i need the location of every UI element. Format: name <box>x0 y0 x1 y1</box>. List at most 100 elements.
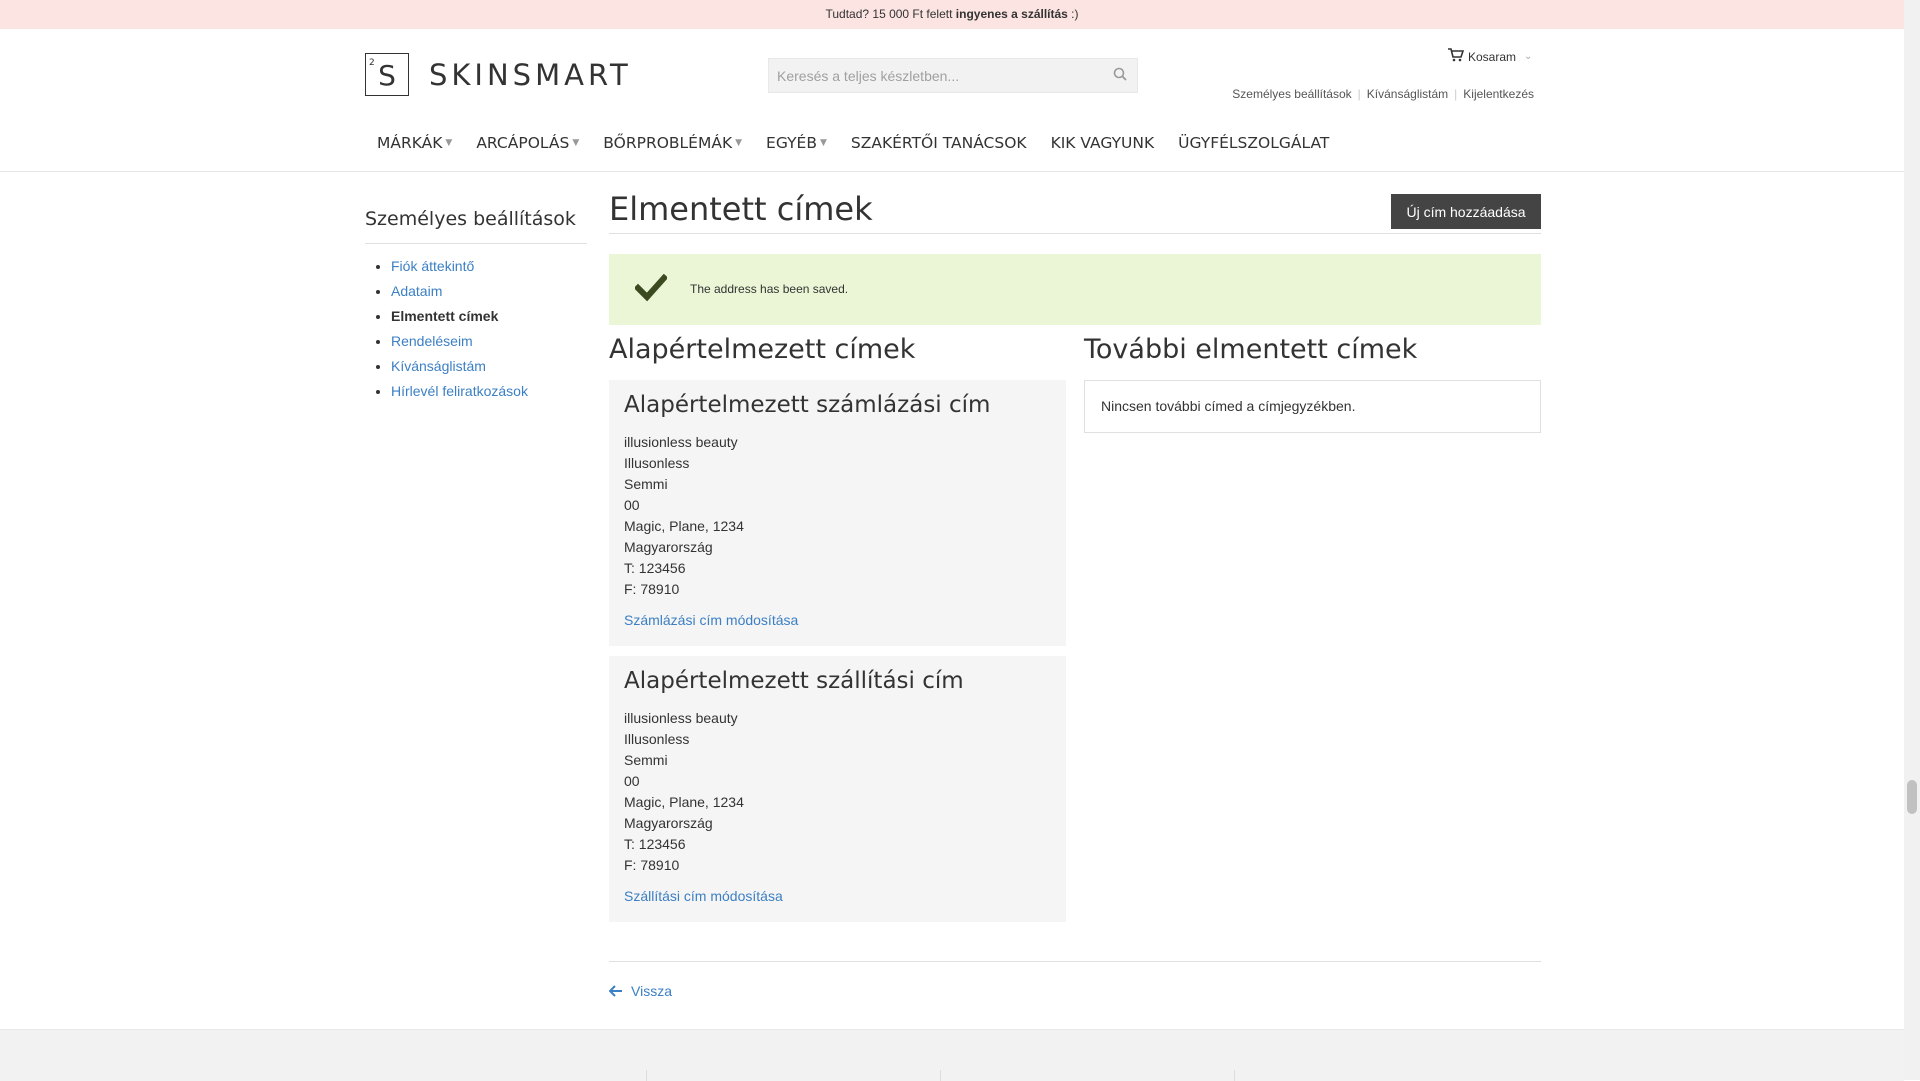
nav-item-skin-problems[interactable]: BŐRPROBLÉMÁK ▼ <box>591 128 754 158</box>
nav-item-other[interactable]: EGYÉB ▼ <box>754 128 839 158</box>
bottom-divider <box>609 961 1541 962</box>
nav-label: ÜGYFÉLSZOLGÁLAT <box>1178 134 1330 152</box>
address-line: illusionless beauty <box>624 710 738 726</box>
address-line: F: 78910 <box>624 581 680 597</box>
logo-letter: S <box>378 59 396 92</box>
logo-mark: 2 S <box>365 53 409 96</box>
address-line: Magyarország <box>624 539 713 555</box>
address-line: 00 <box>624 497 640 513</box>
sidebar-menu: Fiók áttekintő Adataim Elmentett címek R… <box>365 254 528 404</box>
address-line: F: 78910 <box>624 857 680 873</box>
search-input[interactable] <box>769 59 1105 92</box>
nav-item-facecare[interactable]: ARCÁPOLÁS ▼ <box>464 128 591 158</box>
site-logo[interactable]: 2 S SKINSMART <box>365 53 632 96</box>
back-label: Vissza <box>631 983 672 999</box>
footer-divider <box>646 1070 647 1081</box>
address-line: Semmi <box>624 476 668 492</box>
success-message: The address has been saved. <box>609 254 1541 325</box>
sidebar-link[interactable]: Rendeléseim <box>391 333 473 349</box>
billing-heading: Alapértelmezett számlázási cím <box>624 392 991 418</box>
search-icon[interactable] <box>1113 67 1127 81</box>
edit-billing-link[interactable]: Számlázási cím módosítása <box>624 612 798 628</box>
empty-message: Nincsen további címed a címjegyzékben. <box>1101 398 1356 414</box>
sidebar-item-saved-addresses: Elmentett címek <box>391 304 528 329</box>
add-address-button[interactable]: Új cím hozzáadása <box>1391 194 1541 229</box>
cart-icon <box>1448 48 1465 65</box>
sidebar-item-overview: Fiók áttekintő <box>391 254 528 279</box>
cart-label: Kosaram <box>1468 49 1517 64</box>
sidebar-item-newsletter: Hírlevél feliratkozások <box>391 379 528 404</box>
nav-label: BŐRPROBLÉMÁK <box>603 134 733 152</box>
shipping-address-lines: illusionless beauty Illusonless Semmi 00… <box>624 708 744 876</box>
sidebar-link[interactable]: Adataim <box>391 283 442 299</box>
default-addresses-heading: Alapértelmezett címek <box>609 334 916 365</box>
back-link[interactable]: Vissza <box>609 983 672 999</box>
main-nav: MÁRKÁK ▼ ARCÁPOLÁS ▼ BŐRPROBLÉMÁK ▼ EGYÉB ▼ … <box>365 128 1341 158</box>
nav-label: KIK VAGYUNK <box>1050 134 1155 152</box>
search-box <box>768 58 1138 93</box>
account-links: Személyes beállítások | Kívánságlistám |… <box>1232 87 1534 101</box>
nav-label: EGYÉB <box>766 134 817 152</box>
sidebar-item-wishlist: Kívánságlistám <box>391 354 528 379</box>
separator: | <box>1357 87 1361 101</box>
chevron-down-icon: ▼ <box>572 138 580 148</box>
nav-item-customer-service[interactable]: ÜGYFÉLSZOLGÁLAT <box>1166 128 1341 158</box>
footer <box>0 1029 1904 1081</box>
sidebar-item-my-data: Adataim <box>391 279 528 304</box>
page-title: Elmentett címek <box>609 190 873 228</box>
nav-item-about-us[interactable]: KIK VAGYUNK <box>1039 128 1167 158</box>
billing-address-lines: illusionless beauty Illusonless Semmi 00… <box>624 432 744 600</box>
scrollbar-thumb[interactable] <box>1907 780 1917 814</box>
shipping-address-card: Alapértelmezett szállítási cím illusionl… <box>609 656 1066 922</box>
nav-item-expert-advice[interactable]: SZAKÉRTŐI TANÁCSOK <box>839 128 1039 158</box>
nav-item-brands[interactable]: MÁRKÁK ▼ <box>365 128 464 158</box>
logo-superscript: 2 <box>369 58 375 68</box>
link-logout[interactable]: Kijelentkezés <box>1463 87 1534 101</box>
billing-address-card: Alapértelmezett számlázási cím illusionl… <box>609 380 1066 646</box>
promo-suffix: :) <box>1067 7 1079 21</box>
address-line: Illusonless <box>624 731 690 747</box>
empty-addresses-box: Nincsen további címed a címjegyzékben. <box>1084 380 1541 433</box>
logo-wordmark: SKINSMART <box>429 57 632 92</box>
address-line: T: 123456 <box>624 836 686 852</box>
nav-label: SZAKÉRTŐI TANÁCSOK <box>850 134 1027 152</box>
promo-prefix: Tudtad? 15 000 Ft felett <box>825 7 956 21</box>
sidebar-title: Személyes beállítások <box>365 208 576 230</box>
nav-label: ARCÁPOLÁS <box>476 134 570 152</box>
separator: | <box>1454 87 1458 101</box>
link-wishlist[interactable]: Kívánságlistám <box>1367 87 1448 101</box>
nav-label: MÁRKÁK <box>377 134 443 152</box>
address-line: Magyarország <box>624 815 713 831</box>
footer-divider <box>940 1070 941 1081</box>
success-text: The address has been saved. <box>690 282 849 296</box>
link-personal-settings[interactable]: Személyes beállítások <box>1232 87 1351 101</box>
title-divider <box>609 233 1541 234</box>
address-line: Magic, Plane, 1234 <box>624 518 744 534</box>
promo-banner: Tudtad? 15 000 Ft felett ingyenes a szál… <box>0 0 1904 29</box>
checkmark-icon <box>633 273 669 307</box>
cart-button[interactable]: Kosaram ⌄ <box>1448 48 1532 65</box>
promo-bold: ingyenes a szállítás <box>955 7 1068 21</box>
footer-divider <box>1234 1070 1235 1081</box>
nav-divider <box>0 171 1904 172</box>
arrow-left-icon <box>609 985 622 997</box>
shipping-heading: Alapértelmezett szállítási cím <box>624 668 964 694</box>
sidebar-link[interactable]: Kívánságlistám <box>391 358 486 374</box>
address-line: Semmi <box>624 752 668 768</box>
sidebar-divider <box>365 243 587 244</box>
address-line: illusionless beauty <box>624 434 738 450</box>
sidebar-current: Elmentett címek <box>391 308 499 324</box>
sidebar-item-orders: Rendeléseim <box>391 329 528 354</box>
address-line: Magic, Plane, 1234 <box>624 794 744 810</box>
address-line: 00 <box>624 773 640 789</box>
other-addresses-heading: További elmentett címek <box>1084 334 1418 365</box>
address-line: T: 123456 <box>624 560 686 576</box>
address-line: Illusonless <box>624 455 690 471</box>
chevron-down-icon: ▼ <box>819 138 827 148</box>
sidebar-link[interactable]: Hírlevél feliratkozások <box>391 383 528 399</box>
edit-shipping-link[interactable]: Szállítási cím módosítása <box>624 888 783 904</box>
chevron-down-icon: ▼ <box>445 138 453 148</box>
scrollbar[interactable] <box>1904 0 1920 1080</box>
chevron-down-icon: ⌄ <box>1524 51 1533 62</box>
sidebar-link[interactable]: Fiók áttekintő <box>391 258 474 274</box>
